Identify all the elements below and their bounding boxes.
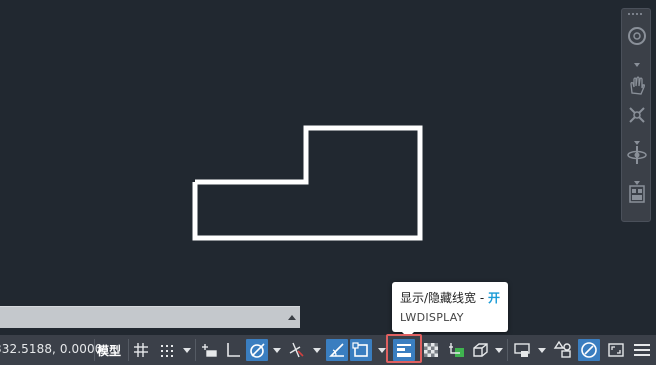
object-snap-icon[interactable] [350, 339, 372, 361]
dynamic-ucs-icon[interactable] [326, 339, 348, 361]
navigation-bar [621, 8, 651, 222]
grid-icon[interactable] [131, 339, 153, 361]
drawing-polyline[interactable] [192, 125, 423, 241]
model-space-button[interactable]: 模型 [97, 342, 121, 359]
command-history-arrow-icon[interactable] [288, 315, 296, 320]
steering-wheel-icon[interactable] [625, 23, 649, 49]
fullscreen-icon[interactable] [605, 339, 627, 361]
isometric-dropdown-icon[interactable] [313, 348, 321, 353]
tooltip-title: 显示/隐藏线宽 - [400, 291, 489, 305]
steering-wheel-dropdown-icon[interactable] [634, 53, 640, 67]
3d-osnap-dropdown-icon[interactable] [495, 348, 503, 353]
tooltip-command: LWDISPLAY [400, 311, 464, 324]
lineweight-highlight [386, 334, 422, 363]
zoom-dropdown-icon[interactable] [634, 131, 640, 145]
status-separator [94, 339, 95, 361]
navigation-bar-grip[interactable] [622, 9, 650, 19]
3d-osnap-icon[interactable] [470, 339, 492, 361]
object-snap-dropdown-icon[interactable] [378, 348, 386, 353]
customize-menu-icon[interactable] [631, 339, 653, 361]
orbit-dropdown-icon[interactable] [634, 171, 640, 185]
annotation-scale-icon[interactable] [552, 339, 574, 361]
tooltip-state: 开 [488, 291, 501, 305]
annotation-dropdown-icon[interactable] [538, 348, 546, 353]
status-separator [128, 339, 129, 361]
showmotion-icon[interactable] [625, 181, 649, 207]
isometric-drafting-icon[interactable] [286, 339, 308, 361]
annotation-monitor-icon[interactable] [511, 339, 533, 361]
polar-dropdown-icon[interactable] [273, 348, 281, 353]
infer-constraints-icon[interactable] [198, 339, 220, 361]
orbit-icon[interactable] [625, 141, 649, 167]
zoom-icon[interactable] [625, 101, 649, 127]
status-separator [507, 339, 508, 361]
transparency-icon[interactable] [420, 339, 442, 361]
status-separator [195, 339, 196, 361]
polar-tracking-icon[interactable] [246, 339, 268, 361]
ortho-icon[interactable] [222, 339, 244, 361]
command-line[interactable] [0, 306, 300, 328]
coordinate-readout[interactable]: 332.5188, 0.0000 [0, 342, 102, 356]
snap-dropdown-icon[interactable] [183, 348, 191, 353]
pan-hand-icon[interactable] [625, 73, 649, 99]
snap-mode-icon[interactable] [156, 339, 178, 361]
status-bar: 332.5188, 0.0000 模型 [0, 335, 656, 365]
lineweight-tooltip: 显示/隐藏线宽 - 开 LWDISPLAY [392, 282, 508, 338]
isolate-objects-icon[interactable] [578, 339, 600, 361]
selection-cycling-icon[interactable] [446, 339, 468, 361]
